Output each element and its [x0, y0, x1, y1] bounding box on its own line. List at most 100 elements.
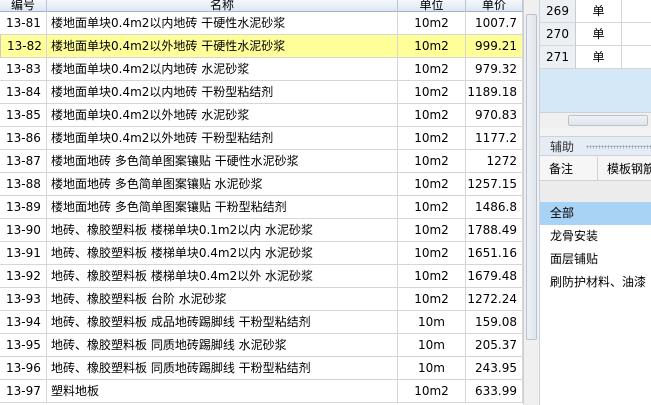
row-number: 271 — [540, 46, 576, 68]
table-row[interactable]: 13-94 地砖、橡胶塑料板 成品地砖踢脚线 干粉型粘结剂 10m 159.08 — [0, 311, 525, 334]
table-row[interactable]: 13-92 地砖、橡胶塑料板 楼梯单块0.4m2以外 水泥砂浆 10m2 1679.4… — [0, 265, 525, 288]
cell-price: 243.95 — [466, 357, 523, 379]
row-number: 269 — [540, 0, 576, 22]
drag-grip-icon[interactable] — [586, 145, 651, 149]
cell-price: 1679.48 — [466, 265, 523, 287]
cell-name: 楼地面地砖 多色简单图案镶贴 干粉型粘结剂 — [47, 196, 398, 218]
cell-code: 13-84 — [0, 81, 47, 103]
cell-code: 13-96 — [0, 357, 47, 379]
column-header-unit[interactable]: 单位 — [398, 0, 466, 12]
cell-name: 地砖、橡胶塑料板 成品地砖踢脚线 干粉型粘结剂 — [47, 311, 398, 333]
cell-unit: 10m2 — [398, 173, 466, 195]
table-row[interactable]: 13-93 地砖、橡胶塑料板 台阶 水泥砂浆 10m2 1272.24 — [0, 288, 525, 311]
cell-code: 13-93 — [0, 288, 47, 310]
cell-name: 楼地面单块0.4m2以外地砖 干硬性水泥砂浆 — [47, 35, 398, 57]
cell-code: 13-86 — [0, 127, 47, 149]
cell-price: 970.83 — [466, 104, 523, 126]
cell-unit: 10m2 — [398, 127, 466, 149]
cell-name: 地砖、橡胶塑料板 楼梯单块0.1m2以内 水泥砂浆 — [47, 219, 398, 241]
cell-name: 楼地面地砖 多色简单图案镶贴 干硬性水泥砂浆 — [47, 150, 398, 172]
cell-name: 楼地面单块0.4m2以外地砖 水泥砂浆 — [47, 104, 398, 126]
cell-unit: 10m — [398, 311, 466, 333]
table-header: 编号 名称 单位 单价 — [0, 0, 525, 12]
cell-price: 1189.18 — [466, 81, 523, 103]
aux-panel-title: 辅助 — [550, 140, 575, 154]
cell-code: 13-92 — [0, 265, 47, 287]
cell-price: 1272 — [466, 150, 523, 172]
table-row[interactable]: 13-81 楼地面单块0.4m2以内地砖 干硬性水泥砂浆 10m2 1007.7 — [0, 12, 525, 35]
cell-price: 159.08 — [466, 311, 523, 333]
cell-name: 塑料地板 — [47, 380, 398, 402]
cell-unit: 10m2 — [398, 150, 466, 172]
cell-price: 1272.24 — [466, 288, 523, 310]
cell-unit: 10m2 — [398, 35, 466, 57]
table-row[interactable]: 13-82 楼地面单块0.4m2以外地砖 干硬性水泥砂浆 10m2 999.21 — [0, 35, 525, 58]
cell-unit: 10m — [398, 357, 466, 379]
cell-unit: 10m2 — [398, 81, 466, 103]
cell-code: 13-81 — [0, 12, 47, 34]
side-grid-row[interactable]: 270 单 — [540, 23, 651, 46]
side-grid-row[interactable]: 269 单 — [540, 0, 651, 23]
cell-price: 1257.15 — [466, 173, 523, 195]
cell-name: 楼地面单块0.4m2以内地砖 水泥砂浆 — [47, 58, 398, 80]
scrollbar-thumb[interactable] — [568, 115, 648, 126]
table-row[interactable]: 13-91 地砖、橡胶塑料板 楼梯单块0.4m2以内 水泥砂浆 10m2 1651.1… — [0, 242, 525, 265]
cell-code: 13-94 — [0, 311, 47, 333]
table-row[interactable]: 13-86 楼地面单块0.4m2以外地砖 干粉型粘结剂 10m2 1177.2 — [0, 127, 525, 150]
table-row[interactable]: 13-95 地砖、橡胶塑料板 同质地砖踢脚线 水泥砂浆 10m 205.37 — [0, 334, 525, 357]
table-row[interactable]: 13-90 地砖、橡胶塑料板 楼梯单块0.1m2以内 水泥砂浆 10m2 1788.4… — [0, 219, 525, 242]
side-grid: 269 单 270 单 271 单 — [540, 0, 651, 112]
table-row[interactable]: 13-89 楼地面地砖 多色简单图案镶贴 干粉型粘结剂 10m2 1486.8 — [0, 196, 525, 219]
table-row[interactable]: 13-88 楼地面地砖 多色简单图案镶贴 水泥砂浆 10m2 1257.15 — [0, 173, 525, 196]
cell-unit: 10m2 — [398, 242, 466, 264]
column-header-name[interactable]: 名称 — [47, 0, 398, 12]
cell-code: 13-88 — [0, 173, 47, 195]
column-header-code[interactable]: 编号 — [0, 0, 47, 12]
cell-name: 楼地面单块0.4m2以外地砖 干粉型粘结剂 — [47, 127, 398, 149]
table-row[interactable]: 13-85 楼地面单块0.4m2以外地砖 水泥砂浆 10m2 970.83 — [0, 104, 525, 127]
cell-unit: 10m — [398, 334, 466, 356]
table-row[interactable]: 13-87 楼地面地砖 多色简单图案镶贴 干硬性水泥砂浆 10m2 1272 — [0, 150, 525, 173]
cell-name: 地砖、橡胶塑料板 楼梯单块0.4m2以外 水泥砂浆 — [47, 265, 398, 287]
row-number: 270 — [540, 23, 576, 45]
side-grid-row[interactable]: 271 单 — [540, 46, 651, 69]
table-row[interactable]: 13-97 塑料地板 10m2 633.99 — [0, 380, 525, 403]
cell-unit: 10m2 — [398, 219, 466, 241]
table-row[interactable]: 13-83 楼地面单块0.4m2以内地砖 水泥砂浆 10m2 979.32 — [0, 58, 525, 81]
side-grid-horizontal-scrollbar[interactable] — [540, 112, 651, 128]
cell-code: 13-97 — [0, 380, 47, 402]
cell-unit-type: 单 — [576, 0, 622, 22]
tab-notes[interactable]: 备注 — [540, 157, 598, 181]
aux-list-item[interactable]: 面层铺贴 — [540, 248, 651, 271]
cell-unit: 10m2 — [398, 196, 466, 218]
cell-name: 地砖、橡胶塑料板 台阶 水泥砂浆 — [47, 288, 398, 310]
aux-list-item[interactable]: 刷防护材料、油漆 — [540, 271, 651, 294]
cell-unit: 10m2 — [398, 288, 466, 310]
cell-name: 地砖、橡胶塑料板 同质地砖踢脚线 干粉型粘结剂 — [47, 357, 398, 379]
cell-unit: 10m2 — [398, 58, 466, 80]
cell-price: 1486.8 — [466, 196, 523, 218]
cell-code: 13-82 — [0, 35, 47, 57]
cell-code: 13-90 — [0, 219, 47, 241]
aux-list-item[interactable]: 龙骨安装 — [540, 225, 651, 248]
tab-formwork-rebar[interactable]: 模板钢筋 — [598, 157, 651, 181]
aux-list-item[interactable]: 全部 — [540, 202, 651, 225]
cell-unit: 10m2 — [398, 380, 466, 402]
cell-unit-type: 单 — [576, 23, 622, 45]
aux-category-list: 全部 龙骨安装 面层铺贴 刷防护材料、油漆 — [540, 202, 651, 405]
cell-price: 979.32 — [466, 58, 523, 80]
cell-code: 13-89 — [0, 196, 47, 218]
table-row[interactable]: 13-96 地砖、橡胶塑料板 同质地砖踢脚线 干粉型粘结剂 10m 243.95 — [0, 357, 525, 380]
table-vertical-scrollbar[interactable] — [523, 0, 539, 405]
cell-unit: 10m2 — [398, 265, 466, 287]
table-row[interactable]: 13-84 楼地面单块0.4m2以内地砖 干粉型粘结剂 10m2 1189.18 — [0, 81, 525, 104]
cell-code: 13-91 — [0, 242, 47, 264]
cell-name: 楼地面单块0.4m2以内地砖 干硬性水泥砂浆 — [47, 12, 398, 34]
cell-unit-type: 单 — [576, 46, 622, 68]
cell-price: 999.21 — [466, 35, 523, 57]
cell-price: 1651.16 — [466, 242, 523, 264]
cell-price: 633.99 — [466, 380, 523, 402]
column-header-price[interactable]: 单价 — [466, 0, 523, 12]
scrollbar-thumb[interactable] — [526, 14, 537, 340]
aux-divider — [540, 181, 651, 202]
